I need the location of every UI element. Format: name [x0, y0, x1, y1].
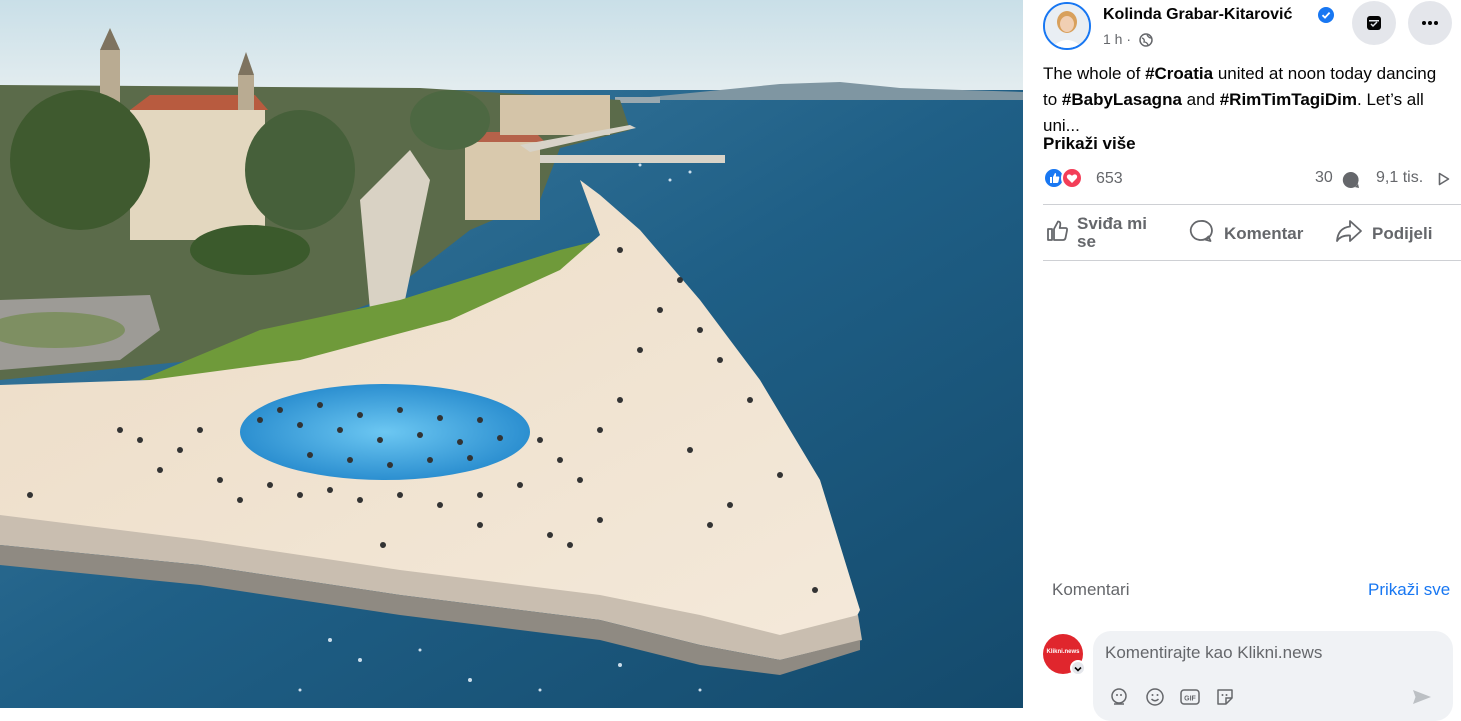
- svg-text:GIF: GIF: [1184, 696, 1196, 703]
- account-switch-icon[interactable]: [1070, 660, 1086, 676]
- more-dots-icon: [1422, 21, 1438, 25]
- hashtag-rimtimtagidim[interactable]: #RimTimTagiDim: [1220, 90, 1357, 109]
- comment-bubble-icon: [1342, 171, 1359, 188]
- hashtag-croatia[interactable]: #Croatia: [1145, 64, 1213, 83]
- archive-icon: [1367, 16, 1381, 30]
- post-panel: Kolinda Grabar-Kitarović 1 h · The whole…: [1023, 0, 1461, 721]
- show-all-comments-link[interactable]: Prikaži sve: [1368, 580, 1450, 600]
- sticker-icon[interactable]: [1215, 687, 1235, 707]
- globe-icon: [1139, 33, 1153, 47]
- video-frame-zadar-sea-organ: [0, 0, 1023, 708]
- post-time[interactable]: 1 h ·: [1103, 31, 1131, 47]
- share-button[interactable]: Podijeli: [1333, 204, 1453, 260]
- like-button[interactable]: Sviđa mi se: [1043, 204, 1173, 260]
- view-count[interactable]: 9,1 tis.: [1376, 169, 1423, 187]
- comment-count[interactable]: 30: [1315, 169, 1333, 187]
- share-icon: [1336, 220, 1362, 242]
- author-name[interactable]: Kolinda Grabar-Kitarović: [1103, 6, 1292, 24]
- reaction-count[interactable]: 653: [1096, 170, 1123, 188]
- save-post-button[interactable]: [1352, 1, 1396, 45]
- comment-input[interactable]: [1105, 643, 1435, 663]
- post-header: Kolinda Grabar-Kitarović 1 h ·: [1023, 0, 1461, 58]
- comment-button[interactable]: Komentar: [1186, 204, 1316, 260]
- thumbs-up-icon: [1047, 220, 1068, 241]
- divider: [1043, 260, 1461, 261]
- play-icon: [1438, 172, 1450, 186]
- see-more-link[interactable]: Prikaži više: [1043, 134, 1136, 154]
- emoji-icon[interactable]: [1145, 687, 1165, 707]
- gif-icon[interactable]: GIF: [1179, 687, 1201, 707]
- verified-badge-icon: [1318, 7, 1334, 23]
- comments-label: Komentari: [1052, 580, 1130, 599]
- hashtag-babylasagna[interactable]: #BabyLasagna: [1062, 90, 1182, 109]
- author-avatar[interactable]: [1043, 2, 1091, 50]
- more-options-button[interactable]: [1408, 1, 1452, 45]
- avatar-sticker-icon[interactable]: [1109, 687, 1129, 707]
- send-icon[interactable]: [1411, 687, 1433, 707]
- video-player[interactable]: [0, 0, 1023, 708]
- post-text: The whole of #Croatia united at noon tod…: [1043, 64, 1437, 135]
- love-reaction-icon: [1061, 167, 1083, 189]
- comment-icon: [1189, 220, 1213, 242]
